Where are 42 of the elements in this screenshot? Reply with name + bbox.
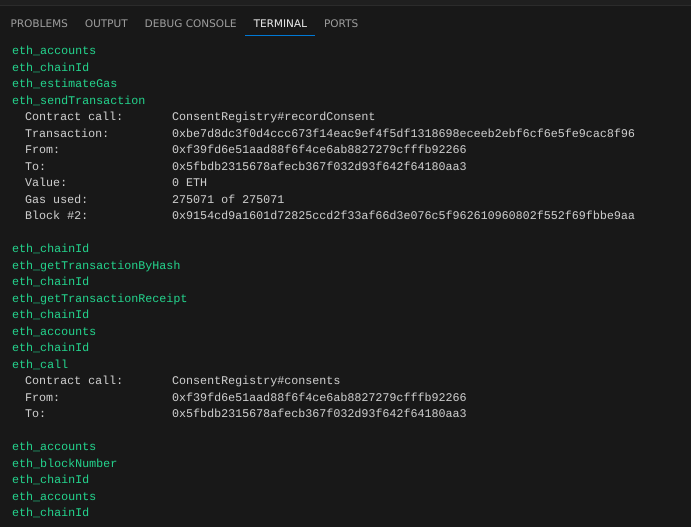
field-value: 275071 of 275071 (172, 192, 284, 208)
rpc-method: eth_sendTransaction (12, 92, 146, 109)
rpc-method: eth_call (12, 356, 68, 373)
field-label: Transaction: (25, 126, 110, 142)
panel-tab[interactable]: OUTPUT (76, 12, 136, 36)
rpc-method: eth_chainId (12, 307, 90, 324)
rpc-method: eth_accounts (12, 439, 96, 456)
field-value: 0xf39fd6e51aad88f6f4ce6ab8827279cfffb92266 (172, 390, 467, 406)
rpc-method: eth_chainId (12, 340, 90, 356)
field-label: To: (25, 406, 48, 422)
panel-tab[interactable]: DEBUG CONSOLE (136, 12, 246, 36)
field-label: Contract call: (25, 373, 124, 390)
field-label: To: (25, 158, 48, 175)
rpc-method: eth_chainId (12, 60, 90, 76)
field-label: Contract call: (25, 109, 124, 126)
field-value: 0xbe7d8dc3f0d4ccc673f14eac9ef4f5df1318698eceeb2ebf6cf6e5fe9cac8f96 (172, 126, 635, 142)
field-value: 0xf39fd6e51aad88f6f4ce6ab8827279cfffb92266 (172, 142, 467, 158)
panel-tab[interactable]: PORTS (315, 12, 367, 36)
field-label: Value: (25, 175, 68, 192)
field-value: ConsentRegistry#recordConsent (172, 109, 376, 126)
panel-tab[interactable]: PROBLEMS (2, 12, 76, 36)
rpc-method: eth_accounts (12, 43, 96, 60)
rpc-method: eth_accounts (12, 488, 96, 505)
rpc-method: eth_getTransactionReceipt (12, 290, 188, 307)
field-value: 0x5fbdb2315678afecb367f032d93f642f64180aa3 (172, 158, 467, 175)
field-value: ConsentRegistry#consents (172, 373, 340, 390)
rpc-method: eth_chainId (12, 472, 90, 488)
field-label: From: (25, 390, 62, 406)
field-value: 0x9154cd9a1601d72825ccd2f33af66d3e076c5f962610960802f552f69fbbe9aa (172, 208, 635, 224)
field-value: 0 ETH (172, 175, 208, 192)
rpc-method: eth_chainId (12, 241, 90, 258)
rpc-method: eth_chainId (12, 505, 90, 522)
rpc-method: eth_blockNumber (12, 456, 118, 472)
field-label: From: (25, 142, 62, 158)
panel-tab[interactable]: TERMINAL (245, 12, 316, 36)
rpc-method: eth_chainId (12, 274, 90, 290)
rpc-method: eth_estimateGas (12, 76, 118, 92)
field-label: Gas used: (25, 192, 90, 208)
field-value: 0x5fbdb2315678afecb367f032d93f642f64180aa3 (172, 406, 467, 422)
field-label: Block #2: (25, 208, 90, 224)
rpc-method: eth_getTransactionByHash (12, 258, 180, 274)
rpc-method: eth_accounts (12, 324, 96, 340)
